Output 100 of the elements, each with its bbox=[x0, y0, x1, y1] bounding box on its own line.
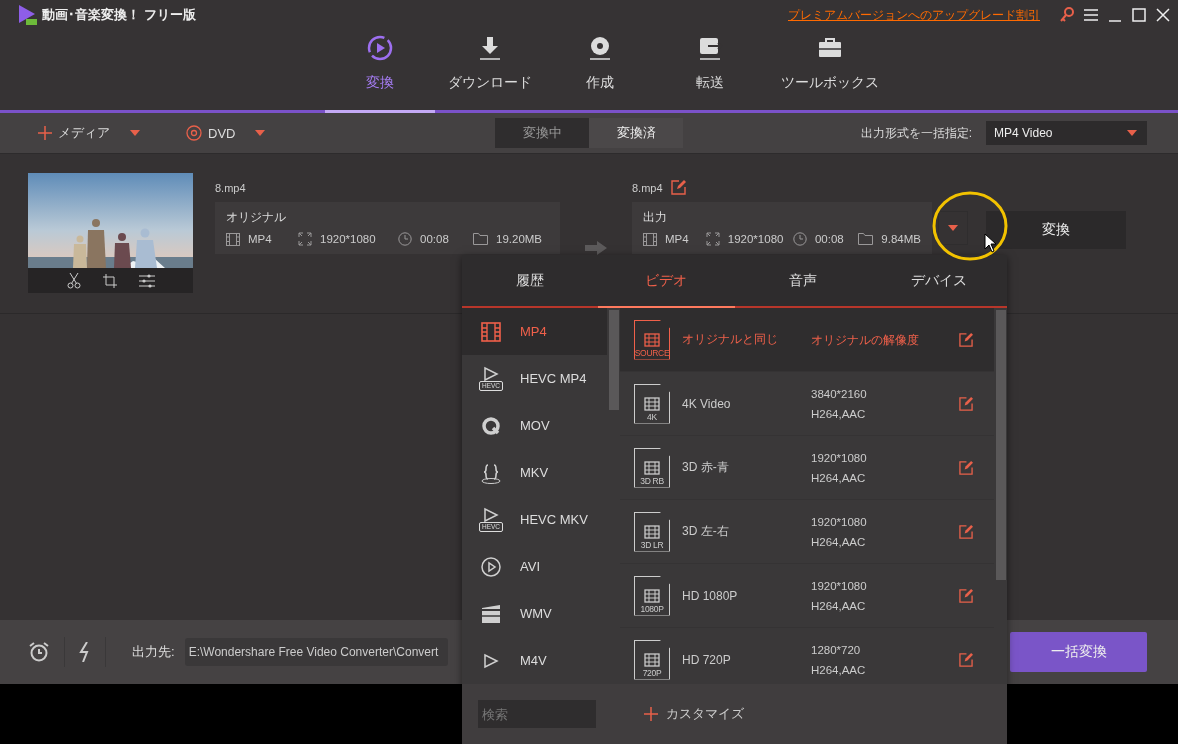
preset-row[interactable]: 3D RB 3D 赤-青 1920*1080 H264,AAC bbox=[620, 436, 994, 500]
size-text: 9.84MB bbox=[881, 233, 921, 245]
convert-button[interactable]: 変換 bbox=[986, 211, 1126, 249]
output-path-field[interactable]: E:\Wondershare Free Video Converter\Convert bbox=[184, 638, 448, 666]
edit-icon[interactable] bbox=[959, 652, 973, 667]
format-dropdown-button[interactable] bbox=[938, 211, 968, 245]
caret-icon[interactable] bbox=[1127, 130, 1137, 136]
output-file-name: 8.mp4 bbox=[632, 181, 663, 194]
info-label: オリジナル bbox=[226, 209, 287, 226]
format-label: SOURCE bbox=[634, 347, 670, 358]
nav-tab[interactable]: 作成 bbox=[545, 30, 655, 113]
play-icon bbox=[479, 554, 503, 579]
preset-row[interactable]: 3D LR 3D 左-右 1920*1080 H264,AAC bbox=[620, 500, 994, 564]
category-tab[interactable]: 履歴 bbox=[462, 255, 599, 308]
resize-icon bbox=[705, 232, 720, 246]
preset-name: 3D 赤-青 bbox=[682, 459, 730, 476]
key-icon[interactable] bbox=[1060, 7, 1074, 23]
edit-icon[interactable] bbox=[959, 332, 973, 347]
dvd-button[interactable]: DVD bbox=[208, 125, 236, 141]
crop-icon[interactable] bbox=[102, 273, 117, 288]
format-item[interactable]: AVI bbox=[462, 543, 607, 590]
arrow-icon bbox=[585, 240, 607, 255]
folder-icon bbox=[473, 233, 488, 245]
format-label: 4K bbox=[647, 411, 657, 422]
scissors-icon[interactable] bbox=[66, 272, 81, 289]
search-field[interactable]: 検索 bbox=[478, 700, 596, 728]
caret-icon[interactable] bbox=[255, 130, 266, 136]
nav-tab[interactable]: ダウンロード bbox=[435, 30, 545, 113]
edit-icon[interactable] bbox=[959, 460, 973, 475]
edit-icon[interactable] bbox=[959, 588, 973, 603]
format-item[interactable]: M4V bbox=[462, 637, 607, 684]
preset-name: HD 1080P bbox=[682, 588, 739, 603]
window-title: 動画･音楽変換！ フリー版 bbox=[42, 6, 196, 24]
resolution-text: 1920*1080 bbox=[320, 233, 376, 245]
convert-icon bbox=[366, 34, 394, 62]
preset-row[interactable]: SOURCE オリジナルと同じ オリジナルの解像度 bbox=[620, 308, 994, 372]
lightning-icon[interactable] bbox=[79, 642, 91, 662]
plus-icon[interactable] bbox=[38, 126, 52, 140]
nav-tab[interactable]: 転送 bbox=[655, 30, 765, 113]
status-tab[interactable]: 変換済 bbox=[589, 118, 683, 148]
cursor-icon bbox=[984, 233, 996, 253]
clock-icon bbox=[792, 232, 807, 246]
clock-icon bbox=[398, 232, 412, 246]
duration-text: 00:08 bbox=[814, 233, 844, 245]
disc-icon[interactable] bbox=[186, 125, 202, 141]
format-label: 3D RB bbox=[640, 475, 664, 486]
close-icon[interactable] bbox=[1156, 8, 1170, 22]
preset-name: 4K Video bbox=[682, 396, 732, 411]
format-item[interactable]: MP4 bbox=[462, 308, 607, 355]
scrollbar-thumb[interactable] bbox=[995, 310, 1006, 580]
format-item[interactable]: MOV bbox=[462, 402, 607, 449]
menu-icon[interactable] bbox=[1084, 9, 1098, 21]
film-icon bbox=[644, 332, 660, 347]
convert-all-button[interactable]: 一括変換 bbox=[1010, 632, 1147, 672]
output-format-dropdown[interactable]: MP4 Video bbox=[986, 121, 1147, 145]
folder-icon bbox=[858, 233, 874, 245]
plus-icon bbox=[644, 707, 658, 721]
preset-name: 3D 左-右 bbox=[682, 523, 730, 540]
output-folder-label: 出力先: bbox=[132, 643, 175, 661]
preset-spec: 1280*720 H264,AAC bbox=[811, 642, 867, 678]
film-icon bbox=[644, 524, 660, 539]
resize-icon bbox=[298, 232, 312, 246]
add-media-button[interactable]: メディア bbox=[58, 124, 110, 142]
duration-text: 00:08 bbox=[420, 233, 449, 245]
caret-icon[interactable] bbox=[948, 225, 958, 231]
preset-spec: 3840*2160 H264,AAC bbox=[811, 386, 868, 422]
upgrade-link[interactable]: プレミアムバージョンへのアップグレード割引 bbox=[788, 6, 1040, 24]
preset-spec: オリジナルの解像度 bbox=[811, 332, 920, 348]
edit-icon[interactable] bbox=[959, 396, 973, 411]
format-text: MP4 bbox=[248, 233, 272, 245]
maximize-icon[interactable] bbox=[1132, 8, 1146, 22]
customize-button[interactable]: カスタマイズ bbox=[644, 705, 744, 723]
preset-row[interactable]: 4K 4K Video 3840*2160 H264,AAC bbox=[620, 372, 994, 436]
edit-icon[interactable] bbox=[959, 524, 973, 539]
format-label: 1080P bbox=[640, 603, 664, 614]
category-tab[interactable]: 音声 bbox=[734, 255, 871, 308]
edit-icon[interactable] bbox=[670, 180, 686, 195]
format-item[interactable]: MKV bbox=[462, 449, 607, 496]
preset-row[interactable]: 1080P HD 1080P 1920*1080 H264,AAC bbox=[620, 564, 994, 628]
film-icon bbox=[226, 232, 240, 246]
caret-icon[interactable] bbox=[130, 130, 140, 136]
alarm-clock-icon[interactable] bbox=[28, 641, 50, 663]
info-label: 出力 bbox=[643, 209, 668, 226]
film-icon bbox=[479, 319, 503, 344]
preset-name: オリジナルと同じ bbox=[682, 331, 779, 348]
sliders-icon[interactable] bbox=[138, 273, 155, 288]
preset-name: HD 720P bbox=[682, 652, 732, 667]
film-icon bbox=[644, 588, 660, 603]
format-label: 3D LR bbox=[640, 539, 664, 550]
scrollbar-thumb[interactable] bbox=[608, 310, 619, 410]
preset-spec: 1920*1080 H264,AAC bbox=[811, 450, 868, 486]
output-format-label: 出力形式を一括指定: bbox=[860, 124, 972, 142]
format-label: 720P bbox=[642, 667, 662, 678]
film-icon bbox=[644, 460, 660, 475]
size-text: 19.20MB bbox=[496, 233, 543, 245]
nav-tab[interactable]: ツールボックス bbox=[765, 30, 895, 113]
status-tab[interactable]: 変換中 bbox=[495, 118, 589, 148]
preset-spec: 1920*1080 H264,AAC bbox=[811, 578, 868, 614]
format-item[interactable]: WMV bbox=[462, 590, 607, 637]
category-tab[interactable]: デバイス bbox=[870, 255, 1007, 308]
